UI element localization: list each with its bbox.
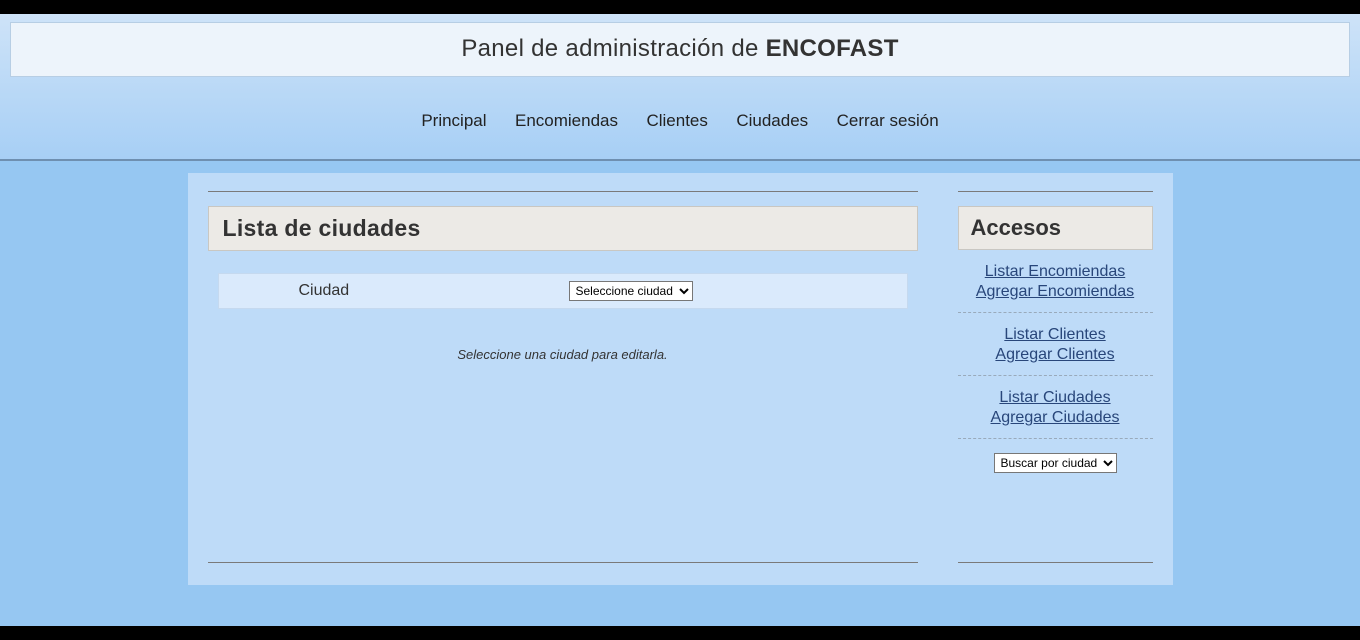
link-agregar-clientes[interactable]: Agregar Clientes [958,345,1153,365]
city-field-row: Ciudad Seleccione ciudad [218,273,908,309]
sidebar-group-ciudades: Listar Ciudades Agregar Ciudades [958,376,1153,439]
link-agregar-ciudades[interactable]: Agregar Ciudades [958,408,1153,428]
link-listar-ciudades[interactable]: Listar Ciudades [958,388,1153,408]
title-brand: ENCOFAST [766,35,899,62]
window-bottombar [0,626,1360,640]
link-listar-encomiendas[interactable]: Listar Encomiendas [958,262,1153,282]
sidebar-group-clientes: Listar Clientes Agregar Clientes [958,313,1153,376]
main-nav: Principal Encomiendas Clientes Ciudades … [10,77,1350,159]
page-title: Lista de ciudades [208,206,918,251]
nav-cerrar-sesion[interactable]: Cerrar sesión [837,111,939,131]
nav-clientes[interactable]: Clientes [646,111,707,131]
nav-ciudades[interactable]: Ciudades [736,111,808,131]
link-listar-clientes[interactable]: Listar Clientes [958,325,1153,345]
window-topbar [0,0,1360,14]
sidebar-search: Buscar por ciudad [958,439,1153,473]
sidebar-title: Accesos [958,206,1153,250]
header: Panel de administración de ENCOFAST Prin… [0,14,1360,161]
sidebar: Accesos Listar Encomiendas Agregar Encom… [958,191,1153,563]
city-select-wrap: Seleccione ciudad [569,281,693,301]
link-agregar-encomiendas[interactable]: Agregar Encomiendas [958,282,1153,302]
nav-principal[interactable]: Principal [421,111,486,131]
main-column: Lista de ciudades Ciudad Seleccione ciud… [208,191,918,563]
title-prefix: Panel de administración de [461,35,765,62]
content: Lista de ciudades Ciudad Seleccione ciud… [188,173,1173,585]
nav-encomiendas[interactable]: Encomiendas [515,111,618,131]
search-city-select[interactable]: Buscar por ciudad [994,453,1117,473]
city-select[interactable]: Seleccione ciudad [569,281,693,301]
helper-text: Seleccione una ciudad para editarla. [208,347,918,362]
sidebar-group-encomiendas: Listar Encomiendas Agregar Encomiendas [958,250,1153,313]
city-label: Ciudad [229,282,569,300]
page: Panel de administración de ENCOFAST Prin… [0,14,1360,626]
title-bar: Panel de administración de ENCOFAST [10,22,1350,77]
